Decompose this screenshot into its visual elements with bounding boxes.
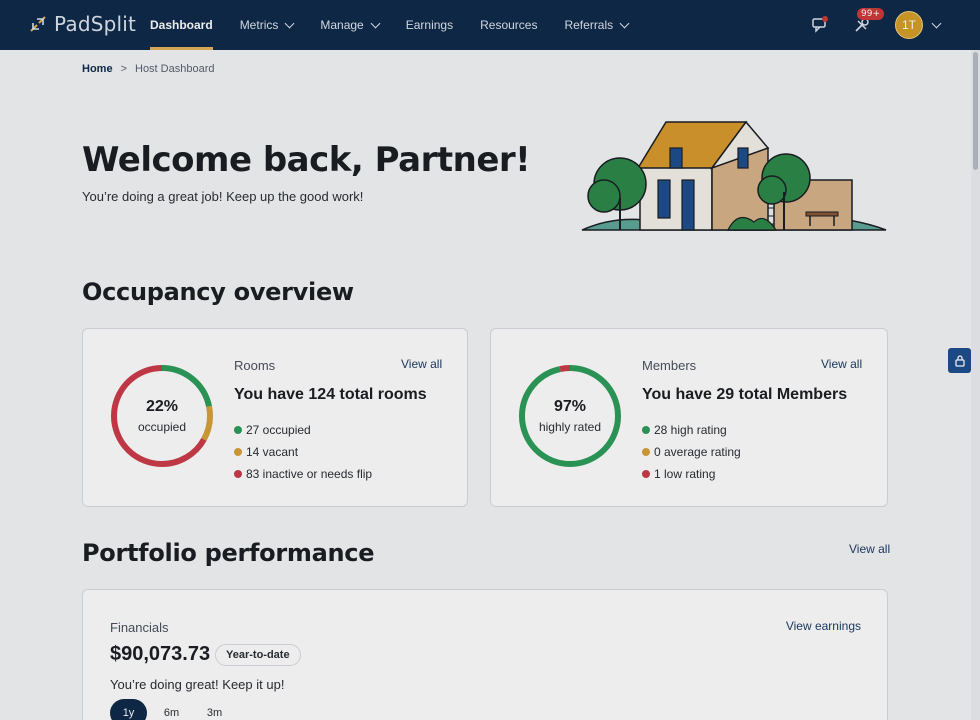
status-dot-icon	[234, 448, 242, 456]
financials-card: Financials View earnings $90,073.73 Year…	[82, 589, 888, 720]
status-dot-icon	[642, 426, 650, 434]
range-6m-button[interactable]: 6m	[153, 699, 190, 720]
rooms-card: 22% occupied Rooms View all You have 124…	[82, 328, 468, 507]
top-navbar: PadSplit Dashboard Metrics Manage Earnings R…	[0, 0, 980, 50]
stat-item: 14 vacant	[234, 441, 372, 463]
logo-icon	[30, 16, 46, 32]
rooms-label: Rooms	[234, 358, 276, 373]
stat-text: 28 high rating	[654, 423, 727, 437]
nav-item-metrics[interactable]: Metrics	[239, 0, 295, 50]
nav-item-earnings[interactable]: Earnings	[406, 0, 453, 50]
stat-item: 27 occupied	[234, 419, 372, 441]
status-dot-icon	[642, 448, 650, 456]
rooms-occupied-pct: 22%	[145, 398, 179, 415]
stat-item: 28 high rating	[642, 419, 741, 441]
nav-item-manage[interactable]: Manage	[320, 0, 381, 50]
stat-item: 83 inactive or needs flip	[234, 463, 372, 485]
chevron-down-icon[interactable]	[931, 18, 942, 28]
members-rated-label: highly rated	[538, 420, 602, 434]
messages-button[interactable]	[805, 10, 835, 40]
nav-item-label: Referrals	[564, 18, 614, 32]
breadcrumb-separator: >	[120, 63, 127, 75]
nav-item-label: Metrics	[239, 18, 279, 32]
nav-item-referrals[interactable]: Referrals	[564, 0, 630, 50]
period-badge: Year-to-date	[215, 644, 301, 666]
nav-item-dashboard[interactable]: Dashboard	[150, 0, 213, 50]
portfolio-heading: Portfolio performance	[82, 539, 375, 567]
status-dot-icon	[642, 470, 650, 478]
view-earnings-link[interactable]: View earnings	[786, 619, 861, 633]
stat-text: 1 low rating	[654, 467, 716, 481]
rooms-total-title: You have 124 total rooms	[234, 386, 427, 403]
stat-text: 14 vacant	[246, 445, 299, 459]
main-nav: Dashboard Metrics Manage Earnings Resources R…	[150, 0, 655, 50]
nav-item-label: Resources	[480, 18, 538, 32]
lock-icon	[954, 354, 965, 367]
nav-item-label: Manage	[320, 18, 364, 32]
financials-label: Financials	[110, 620, 169, 635]
members-label: Members	[642, 358, 697, 373]
range-3m-button[interactable]: 3m	[196, 699, 233, 720]
status-dot-icon	[234, 470, 242, 478]
tools-button[interactable]: 99+	[847, 8, 884, 40]
occupancy-heading: Occupancy overview	[82, 278, 354, 306]
nav-utility-icons: 99+ 1T	[793, 0, 942, 50]
range-1y-button[interactable]: 1y	[110, 699, 147, 720]
messages-unread-dot	[822, 16, 828, 22]
user-avatar[interactable]: 1T	[895, 11, 923, 39]
chevron-down-icon	[619, 18, 630, 28]
nav-item-label: Dashboard	[150, 18, 213, 32]
page-title: Welcome back, Partner!	[82, 140, 531, 180]
nav-item-resources[interactable]: Resources	[480, 0, 537, 50]
range-selector: 1y 6m 3m	[110, 699, 233, 720]
breadcrumb-current: Host Dashboard	[135, 63, 215, 75]
members-stats-list: 28 high rating 0 average rating 1 low rati…	[642, 419, 741, 485]
members-card: 97% highly rated Members View all You ha…	[490, 328, 888, 507]
rooms-stats-list: 27 occupied 14 vacant 83 inactive or needs…	[234, 419, 372, 485]
members-donut: 97% highly rated	[517, 363, 623, 469]
notifications-badge: 99+	[857, 8, 884, 20]
house-illustration	[581, 120, 887, 231]
members-view-all-link[interactable]: View all	[821, 357, 862, 371]
stat-text: 83 inactive or needs flip	[246, 467, 373, 481]
status-dot-icon	[234, 426, 242, 434]
stat-item: 1 low rating	[642, 463, 741, 485]
financials-message: You’re doing great! Keep it up!	[110, 677, 285, 692]
scrollbar-thumb[interactable]	[973, 52, 978, 170]
members-total-title: You have 29 total Members	[642, 386, 848, 403]
rooms-view-all-link[interactable]: View all	[401, 357, 442, 371]
chevron-down-icon	[370, 18, 381, 28]
portfolio-view-all-link[interactable]: View all	[849, 542, 890, 556]
padsplit-logo[interactable]: PadSplit	[28, 12, 136, 36]
rooms-occupied-label: occupied	[137, 420, 187, 434]
stat-text: 0 average rating	[654, 445, 741, 459]
financials-amount: $90,073.73	[110, 643, 211, 665]
brand-name: PadSplit	[54, 12, 137, 36]
chevron-down-icon	[284, 18, 295, 28]
breadcrumb-home[interactable]: Home	[82, 63, 113, 75]
stat-text: 27 occupied	[246, 423, 311, 437]
rooms-donut: 22% occupied	[109, 363, 215, 469]
page-subtitle: You’re doing a great job! Keep up the go…	[82, 189, 364, 204]
lock-button[interactable]	[948, 348, 971, 373]
stat-item: 0 average rating	[642, 441, 741, 463]
members-rated-pct: 97%	[553, 398, 587, 415]
breadcrumb: Home > Host Dashboard	[82, 63, 215, 75]
nav-item-label: Earnings	[405, 18, 454, 32]
